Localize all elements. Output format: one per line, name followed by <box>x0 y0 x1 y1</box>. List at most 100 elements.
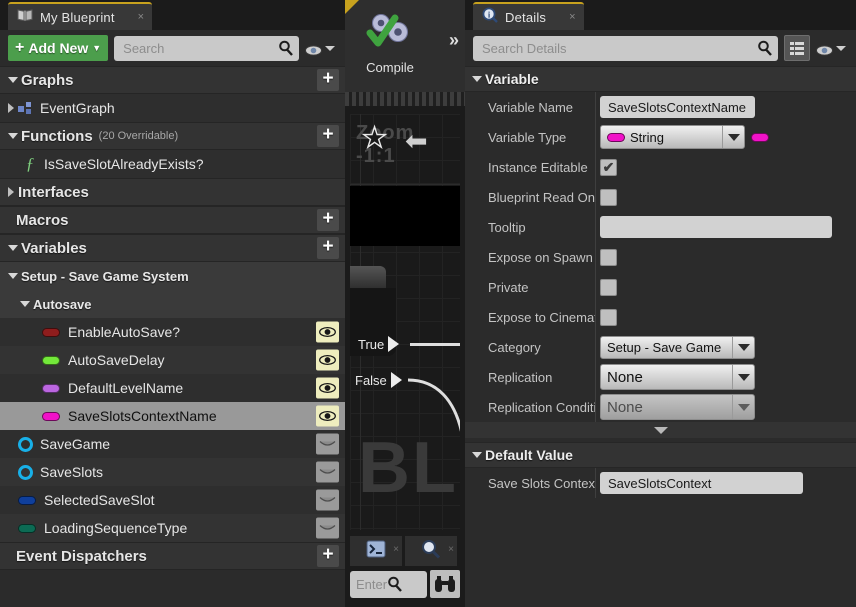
branch-node-header[interactable] <box>350 266 386 290</box>
eye-hidden-icon[interactable] <box>316 489 339 511</box>
add-new-button[interactable]: + Add New ▼ <box>8 35 109 61</box>
tree-item-function[interactable]: ƒ IsSaveSlotAlreadyExists? <box>0 150 345 178</box>
expose-on-spawn-checkbox[interactable] <box>600 248 617 266</box>
close-icon[interactable]: × <box>448 544 454 555</box>
section-functions[interactable]: Functions (20 Overridable) + <box>0 122 345 150</box>
eye-visible-icon[interactable] <box>316 405 339 427</box>
property-label: Expose to Cinemat <box>488 309 595 325</box>
tab-compiler-results[interactable]: × <box>350 536 402 566</box>
chevron-down-icon[interactable] <box>732 365 754 389</box>
tab-my-blueprint[interactable]: My Blueprint × <box>8 2 153 30</box>
variable-row-savegame[interactable]: SaveGame <box>0 430 345 458</box>
find-input[interactable]: Enter <box>350 570 427 598</box>
tree-item-eventgraph[interactable]: EventGraph <box>0 94 345 122</box>
close-icon[interactable]: × <box>393 544 399 555</box>
star-icon[interactable]: ★ <box>361 123 388 152</box>
expand-arrow-icon[interactable] <box>8 273 18 279</box>
search-details-input[interactable]: Search Details <box>473 35 778 61</box>
expand-arrow-icon[interactable] <box>472 452 482 458</box>
instance-editable-checkbox[interactable]: ✔ <box>600 158 617 176</box>
variable-row-enableautosave[interactable]: EnableAutoSave? <box>0 318 345 346</box>
add-function-button[interactable]: + <box>317 125 339 147</box>
eye-visible-icon[interactable] <box>316 377 339 399</box>
eye-visible-icon[interactable] <box>316 349 339 371</box>
expand-arrow-icon[interactable] <box>8 245 18 251</box>
variable-row-defaultlevelname[interactable]: DefaultLevelName <box>0 374 345 402</box>
chevron-down-icon <box>325 45 335 51</box>
collapse-arrow-icon[interactable] <box>8 103 14 113</box>
tab-details[interactable]: i Details × <box>473 2 584 30</box>
chevron-down-icon[interactable] <box>732 336 754 358</box>
replication-dropdown[interactable]: None <box>600 364 755 390</box>
view-options-button[interactable] <box>305 43 337 56</box>
my-blueprint-tree: Graphs + EventGraph Functions (20 Overri… <box>0 66 345 570</box>
exec-pin-icon[interactable] <box>390 372 402 388</box>
type-pin-icon <box>607 132 625 142</box>
back-arrow-icon[interactable]: ⬅ <box>405 128 428 155</box>
row-variable-name: Variable Name SaveSlotsContextName <box>465 92 856 122</box>
details-section-default-value[interactable]: Default Value <box>465 442 856 468</box>
close-icon[interactable]: × <box>138 11 144 23</box>
save-slots-context-field[interactable]: SaveSlotsContext <box>600 472 803 494</box>
blueprint-read-only-checkbox[interactable] <box>600 188 617 206</box>
exec-pin-true[interactable]: True <box>358 336 400 352</box>
chevron-down-icon[interactable] <box>722 126 744 148</box>
variable-properties: Variable Name SaveSlotsContextName Varia… <box>465 92 856 422</box>
add-new-label: Add New <box>28 40 89 56</box>
variable-category-autosave[interactable]: Autosave <box>0 290 345 318</box>
section-variables[interactable]: Variables + <box>0 234 345 262</box>
variable-row-autosavedelay[interactable]: AutoSaveDelay <box>0 346 345 374</box>
section-macros[interactable]: Macros + <box>0 206 345 234</box>
variable-type-dropdown[interactable]: String <box>600 125 745 149</box>
details-view-options-button[interactable] <box>816 43 848 56</box>
variable-row-saveslotscontextname[interactable]: SaveSlotsContextName <box>0 402 345 430</box>
collapse-arrow-icon[interactable] <box>8 187 14 197</box>
eye-hidden-icon[interactable] <box>316 433 339 455</box>
section-event-dispatchers[interactable]: Event Dispatchers + <box>0 542 345 570</box>
property-label: Replication Conditi <box>488 399 595 415</box>
add-variable-button[interactable]: + <box>317 237 339 259</box>
eye-icon <box>816 43 833 56</box>
variable-category-setup-save-game-system[interactable]: Setup - Save Game System <box>0 262 345 290</box>
search-input[interactable]: Search <box>114 35 299 61</box>
overflow-chevron-icon[interactable]: » <box>449 30 459 51</box>
eye-hidden-icon[interactable] <box>316 517 339 539</box>
property-label: Variable Type <box>488 129 567 145</box>
variable-pin-icon <box>18 436 33 452</box>
replication-condition-dropdown: None <box>600 394 755 420</box>
eye-hidden-icon[interactable] <box>316 461 339 483</box>
section-label: Default Value <box>485 447 573 463</box>
variable-label: LoadingSequenceType <box>44 520 188 536</box>
eye-visible-icon[interactable] <box>316 321 339 343</box>
add-macro-button[interactable]: + <box>317 209 339 231</box>
variable-name-field[interactable]: SaveSlotsContextName <box>600 96 755 118</box>
exec-pin-icon[interactable] <box>388 336 400 352</box>
expand-arrow-icon[interactable] <box>472 76 482 82</box>
expand-arrow-icon[interactable] <box>8 77 18 83</box>
exec-pin-false[interactable]: False <box>355 372 402 388</box>
expose-to-cinematics-checkbox[interactable] <box>600 308 617 326</box>
variable-row-selectedsaveslot[interactable]: SelectedSaveSlot <box>0 486 345 514</box>
details-section-variable[interactable]: Variable <box>465 66 856 92</box>
close-icon[interactable]: × <box>569 11 575 23</box>
add-event-dispatcher-button[interactable]: + <box>317 545 339 567</box>
tab-find-results[interactable]: × <box>405 536 457 566</box>
variable-row-loadingsequencetype[interactable]: LoadingSequenceType <box>0 514 345 542</box>
compile-button[interactable]: Compile <box>353 6 427 78</box>
search-placeholder: Search <box>123 40 165 56</box>
expand-arrow-icon[interactable] <box>20 301 30 307</box>
private-checkbox[interactable] <box>600 278 617 296</box>
variable-row-saveslots[interactable]: SaveSlots <box>0 458 345 486</box>
category-dropdown[interactable]: Setup - Save Game <box>600 335 755 359</box>
section-graphs[interactable]: Graphs + <box>0 66 345 94</box>
binoculars-icon[interactable] <box>430 570 460 598</box>
my-blueprint-toolbar: + Add New ▼ Search <box>0 30 345 66</box>
details-expander-button[interactable] <box>465 422 856 438</box>
section-interfaces[interactable]: Interfaces <box>0 178 345 206</box>
expand-arrow-icon[interactable] <box>8 133 18 139</box>
graph-canvas[interactable]: Zoom -1:1 ★ ⬅ BL True False <box>350 114 460 530</box>
row-variable-type: Variable Type String <box>465 122 856 152</box>
add-graph-button[interactable]: + <box>317 69 339 91</box>
tooltip-field[interactable] <box>600 216 832 238</box>
grid-view-icon[interactable] <box>784 35 810 61</box>
